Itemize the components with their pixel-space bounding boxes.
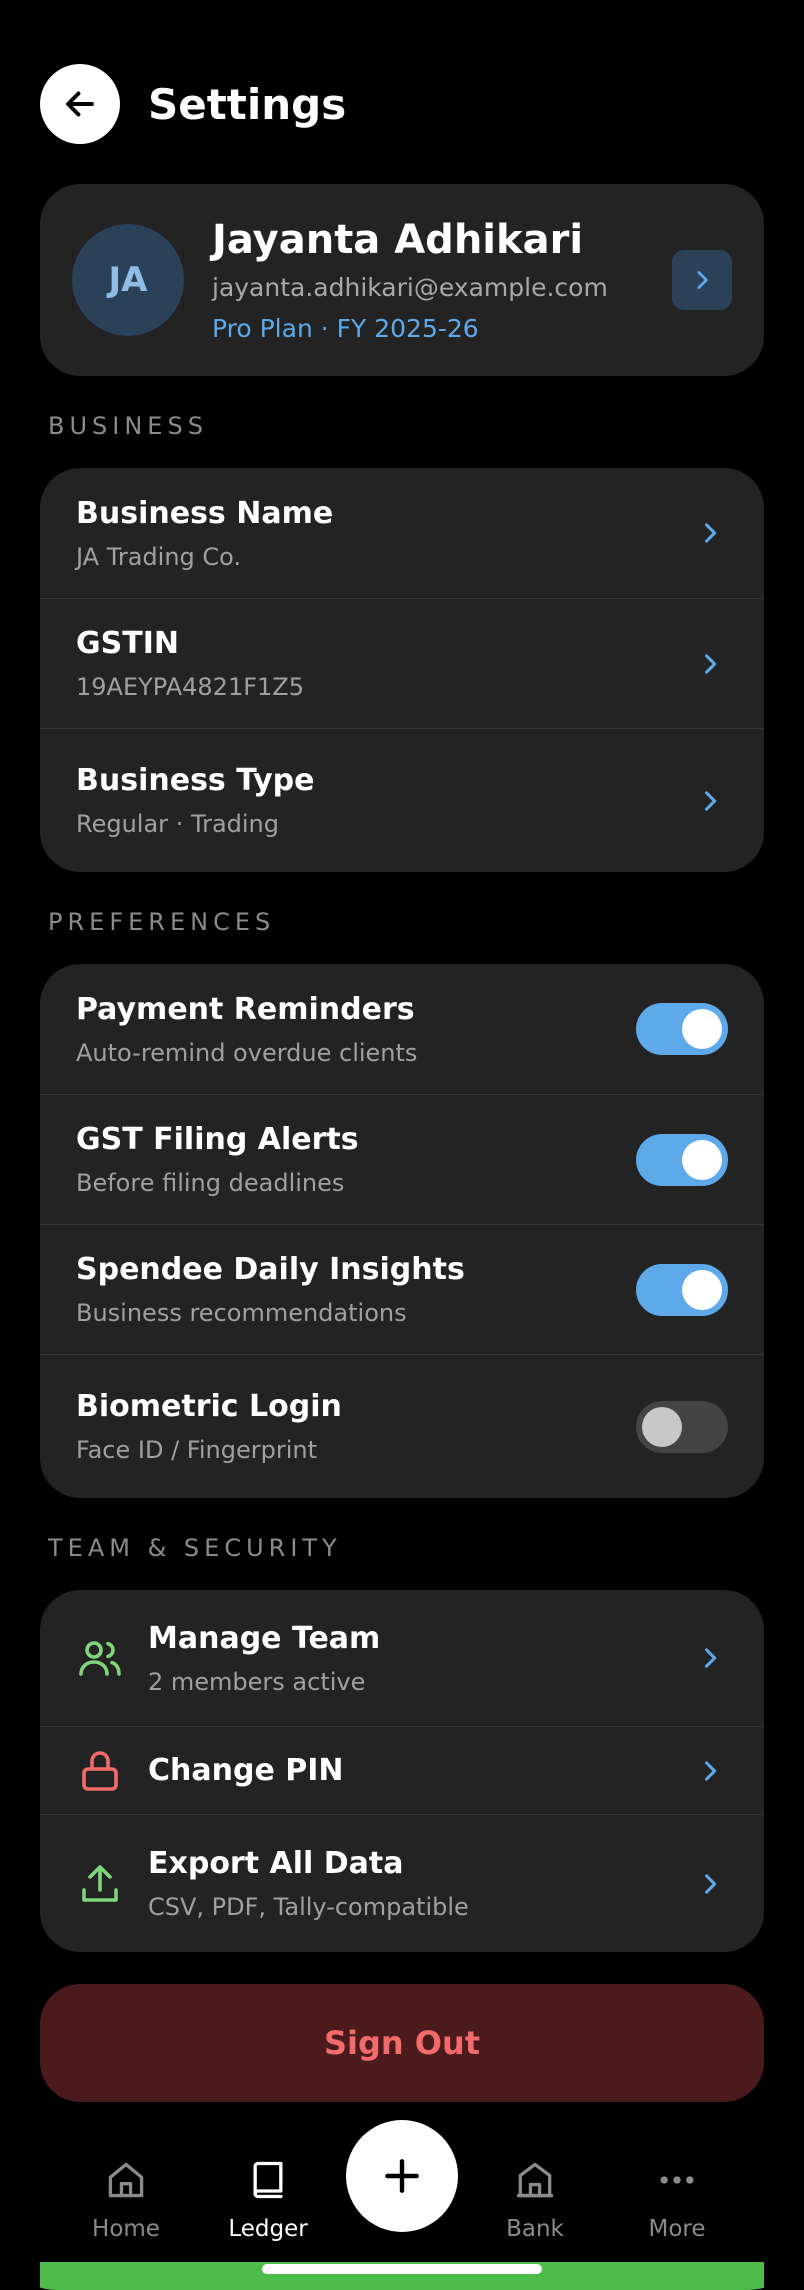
payment-reminders-toggle[interactable] xyxy=(636,1003,728,1055)
business-card: Business Name JA Trading Co. GSTIN 19AEY… xyxy=(40,468,764,872)
nav-item-home[interactable]: Home xyxy=(66,2158,186,2242)
nav-item-ledger[interactable]: Ledger xyxy=(208,2158,328,2242)
upload-icon xyxy=(82,1864,118,1902)
avatar: JA xyxy=(72,224,184,336)
row-text: Export All Data CSV, PDF, Tally-compatib… xyxy=(148,1846,696,1921)
bottom-nav: Home Ledger Bank More xyxy=(0,2120,804,2260)
home-indicator xyxy=(262,2264,542,2274)
row-title: Payment Reminders xyxy=(76,991,415,1027)
row-title: Biometric Login xyxy=(76,1389,342,1424)
nav-label: Ledger xyxy=(228,2216,308,2242)
toggle-knob xyxy=(642,1406,682,1447)
book-icon xyxy=(253,2161,283,2199)
page-title: Settings xyxy=(148,79,347,129)
row-daily-insights: Spendee Daily Insights Business recommen… xyxy=(40,1224,764,1354)
section-label-team-security: TEAM & SECURITY xyxy=(48,1534,342,1562)
row-title: Manage Team xyxy=(148,1620,381,1656)
users-icon xyxy=(79,1641,121,1676)
toggle-knob xyxy=(682,1269,722,1310)
nav-item-more[interactable]: More xyxy=(617,2158,737,2242)
chevron-right-icon xyxy=(704,1873,717,1894)
lock-icon xyxy=(82,1750,118,1791)
nav-label: Home xyxy=(92,2216,160,2242)
header: Settings xyxy=(40,64,346,144)
section-label-business: BUSINESS xyxy=(48,412,208,440)
row-text: Spendee Daily Insights Business recommen… xyxy=(76,1252,636,1327)
more-dots-icon xyxy=(660,2176,694,2184)
profile-name: Jayanta Adhikari xyxy=(212,217,584,263)
row-subtitle: 19AEYPA4821F1Z5 xyxy=(76,673,304,701)
chevron-right-icon xyxy=(704,1648,717,1668)
arrow-left-icon xyxy=(66,91,94,117)
row-title: Business Name xyxy=(76,495,334,531)
row-manage-team[interactable]: Manage Team 2 members active xyxy=(40,1590,764,1726)
back-button[interactable] xyxy=(40,64,120,144)
settings-screen: Settings JA Jayanta Adhikari jayanta.adh… xyxy=(0,0,804,2290)
house-icon xyxy=(108,2162,144,2198)
row-business-type[interactable]: Business Type Regular · Trading xyxy=(40,728,764,872)
sign-out-button[interactable]: Sign Out xyxy=(40,1984,764,2102)
row-change-pin[interactable]: Change PIN xyxy=(40,1726,764,1814)
row-subtitle: Business recommendations xyxy=(76,1299,407,1327)
profile-email: jayanta.adhikari@example.com xyxy=(212,273,608,302)
bank-icon xyxy=(516,2162,554,2198)
preferences-card: Payment Reminders Auto-remind overdue cl… xyxy=(40,964,764,1498)
daily-insights-toggle[interactable] xyxy=(636,1263,728,1316)
row-title: Change PIN xyxy=(148,1753,344,1788)
profile-card[interactable]: JA Jayanta Adhikari jayanta.adhikari@exa… xyxy=(40,184,764,376)
row-text: GST Filing Alerts Before filing deadline… xyxy=(76,1122,636,1197)
row-text: GSTIN 19AEYPA4821F1Z5 xyxy=(76,626,696,701)
nav-item-bank[interactable]: Bank xyxy=(475,2158,595,2242)
row-payment-reminders: Payment Reminders Auto-remind overdue cl… xyxy=(40,964,764,1094)
row-title: GST Filing Alerts xyxy=(76,1122,359,1157)
chevron-right-icon xyxy=(697,271,708,289)
chevron-right-icon xyxy=(704,1760,717,1781)
row-subtitle: Regular · Trading xyxy=(76,810,279,838)
row-text: Biometric Login Face ID / Fingerprint xyxy=(76,1389,636,1464)
row-gst-alerts: GST Filing Alerts Before filing deadline… xyxy=(40,1094,764,1224)
row-subtitle: 2 members active xyxy=(148,1667,366,1696)
nav-label: Bank xyxy=(506,2216,564,2242)
row-export-data[interactable]: Export All Data CSV, PDF, Tally-compatib… xyxy=(40,1814,764,1952)
row-title: Business Type xyxy=(76,763,315,798)
row-gstin[interactable]: GSTIN 19AEYPA4821F1Z5 xyxy=(40,598,764,728)
add-button[interactable] xyxy=(346,2120,458,2232)
row-subtitle: Auto-remind overdue clients xyxy=(76,1038,418,1067)
row-subtitle: Before filing deadlines xyxy=(76,1169,345,1197)
toggle-knob xyxy=(682,1009,722,1049)
section-label-preferences: PREFERENCES xyxy=(48,908,276,936)
row-text: Business Type Regular · Trading xyxy=(76,763,696,838)
row-biometric-login: Biometric Login Face ID / Fingerprint xyxy=(40,1354,764,1498)
row-text: Manage Team 2 members active xyxy=(148,1621,696,1696)
row-subtitle: Face ID / Fingerprint xyxy=(76,1436,317,1464)
row-title: Export All Data xyxy=(148,1846,404,1881)
row-subtitle: JA Trading Co. xyxy=(76,542,242,571)
biometric-login-toggle[interactable] xyxy=(636,1400,728,1453)
row-text: Payment Reminders Auto-remind overdue cl… xyxy=(76,992,636,1067)
nav-label: More xyxy=(648,2216,706,2242)
chevron-right-icon xyxy=(704,653,717,674)
chevron-right-icon xyxy=(704,523,717,543)
profile-open-button[interactable] xyxy=(672,250,732,310)
gst-alerts-toggle[interactable] xyxy=(636,1133,728,1186)
plus-icon xyxy=(385,2159,419,2193)
row-text: Change PIN xyxy=(148,1753,696,1788)
row-subtitle: CSV, PDF, Tally-compatible xyxy=(148,1893,469,1921)
toggle-knob xyxy=(682,1139,722,1180)
row-title: GSTIN xyxy=(76,626,179,661)
row-text: Business Name JA Trading Co. xyxy=(76,496,696,571)
profile-info: Jayanta Adhikari jayanta.adhikari@exampl… xyxy=(212,217,672,343)
profile-plan: Pro Plan · FY 2025-26 xyxy=(212,314,479,343)
row-title: Spendee Daily Insights xyxy=(76,1252,465,1287)
chevron-right-icon xyxy=(704,790,717,811)
row-business-name[interactable]: Business Name JA Trading Co. xyxy=(40,468,764,598)
team-security-card: Manage Team 2 members active Change PIN … xyxy=(40,1590,764,1952)
